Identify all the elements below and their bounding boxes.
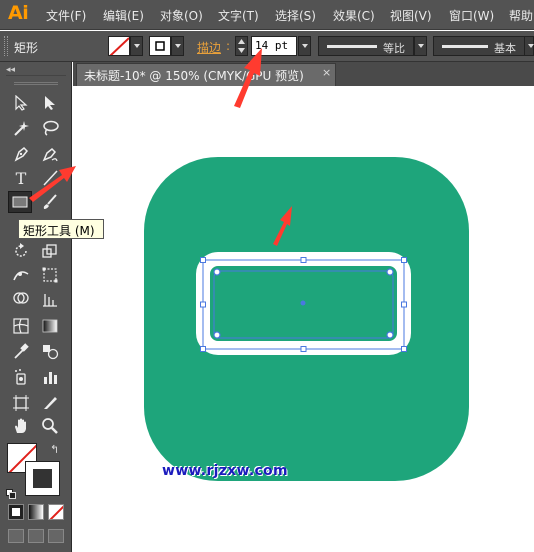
resize-handle[interactable]: [200, 346, 206, 352]
resize-handle[interactable]: [300, 257, 307, 263]
corner-radius-widget[interactable]: [213, 331, 221, 339]
corner-radius-widget[interactable]: [213, 268, 221, 276]
arrow-to-stroke-field: [234, 48, 262, 108]
corner-radius-widget[interactable]: [386, 268, 394, 276]
resize-handle[interactable]: [200, 257, 206, 263]
resize-handle[interactable]: [200, 301, 206, 308]
center-point: [300, 300, 306, 306]
resize-handle[interactable]: [401, 257, 407, 263]
resize-handle[interactable]: [401, 301, 407, 308]
corner-radius-widget[interactable]: [386, 331, 394, 339]
arrow-to-rectangle-tool: [29, 166, 76, 202]
watermark-url: www.rjzxw.com: [162, 463, 288, 479]
resize-handle[interactable]: [300, 346, 307, 352]
rectangle-tool-tooltip: 矩形工具 (M): [18, 219, 104, 239]
resize-handle[interactable]: [401, 346, 407, 352]
